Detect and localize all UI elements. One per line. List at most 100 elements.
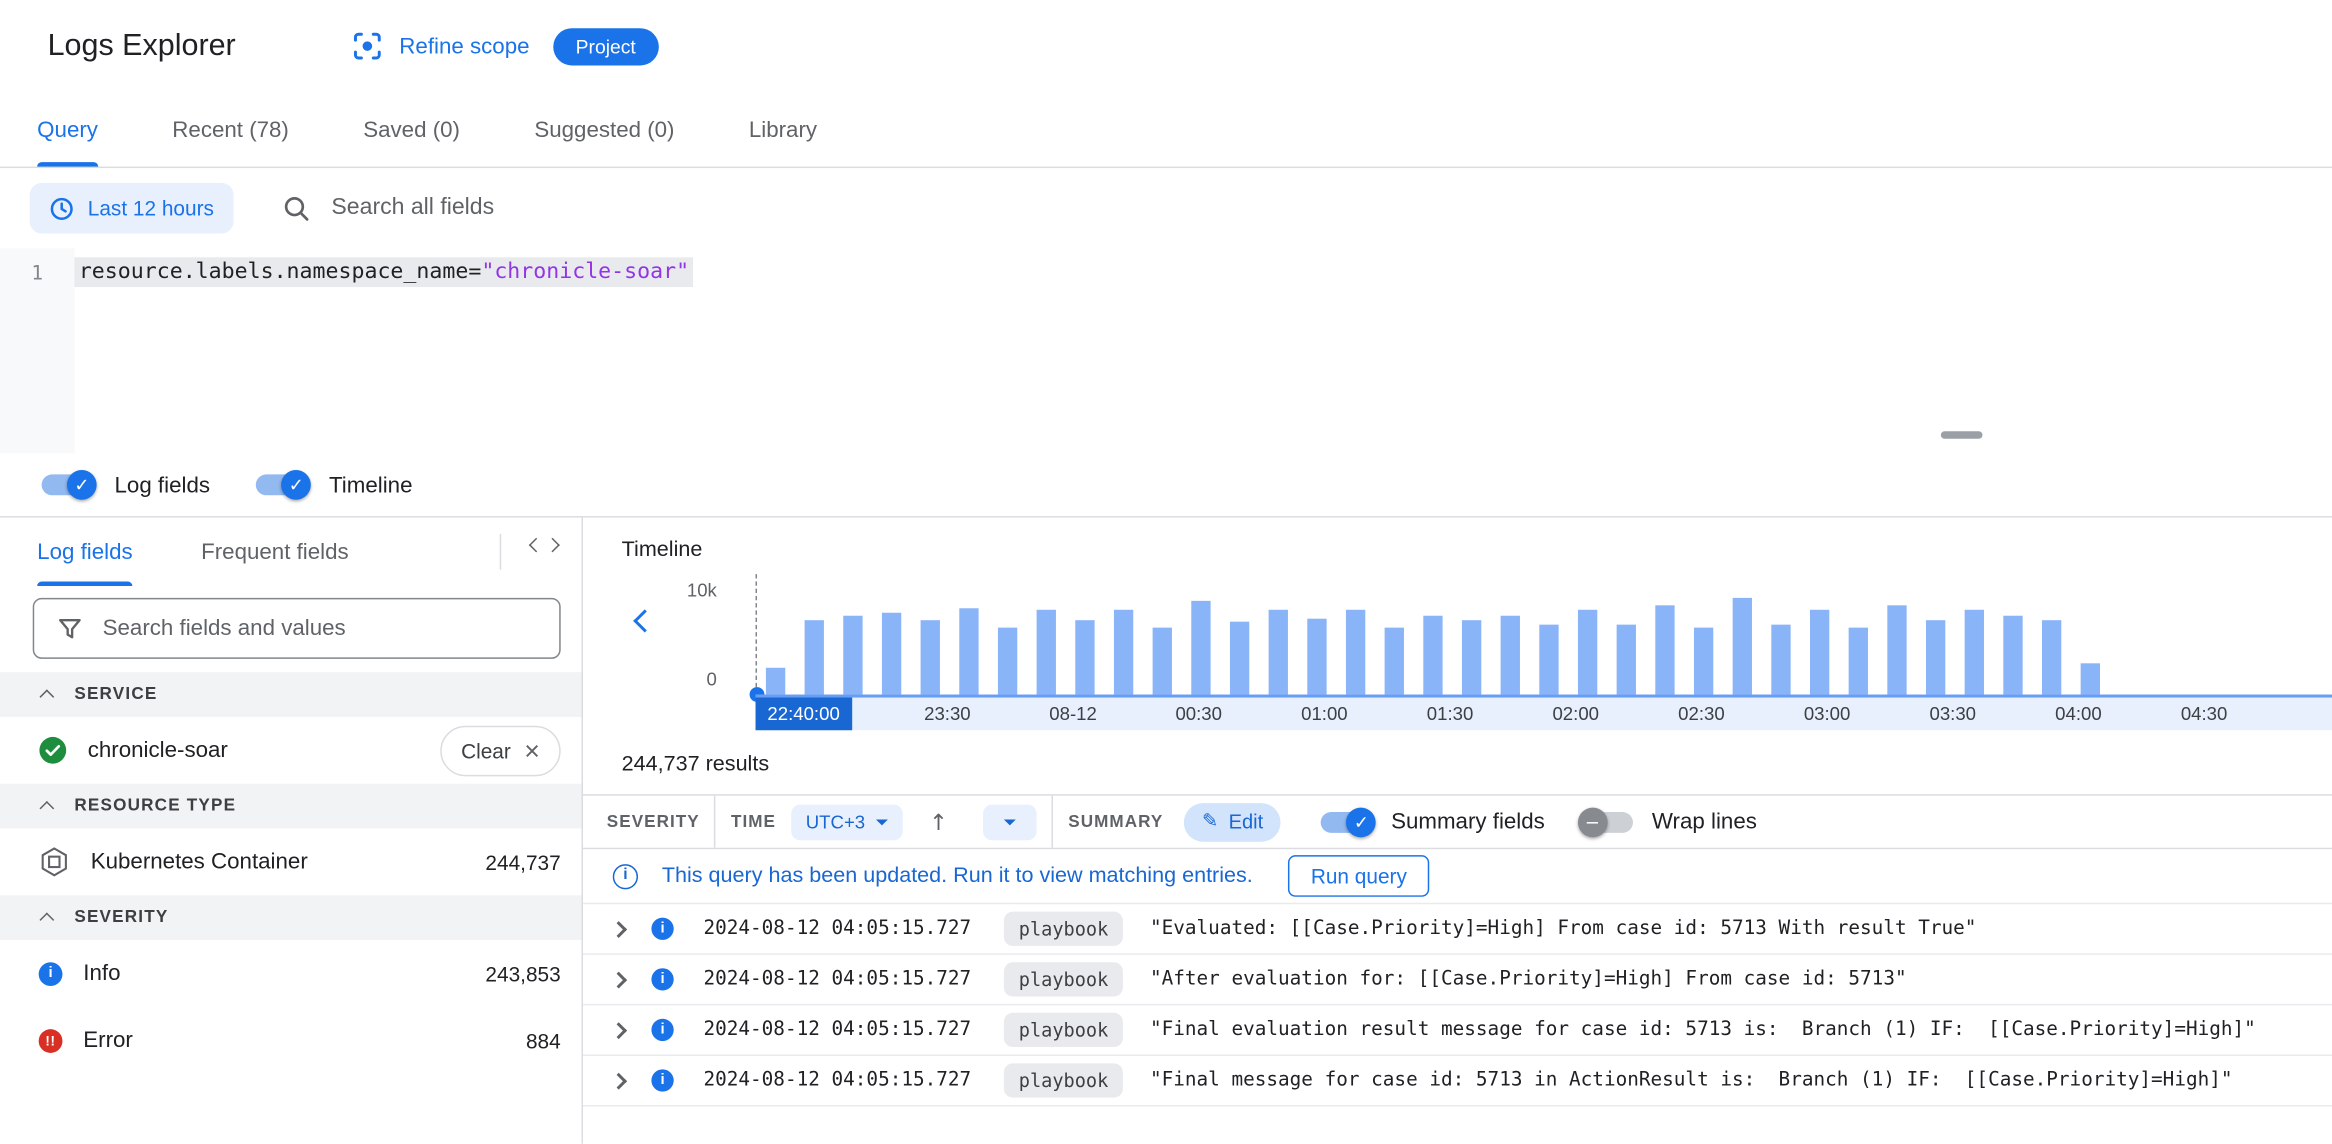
tab-recent-78[interactable]: Recent (78)	[172, 92, 289, 166]
log-label-chip[interactable]: playbook	[1003, 911, 1124, 946]
timezone-selector[interactable]: UTC+3	[790, 803, 903, 840]
section-header-severity[interactable]: SEVERITY	[0, 895, 582, 940]
timeline-bar[interactable]	[1771, 624, 1791, 695]
tab-saved-0[interactable]: Saved (0)	[363, 92, 460, 166]
clear-filter-button[interactable]: Clear ×	[440, 725, 561, 776]
severity-name: Error	[83, 1027, 133, 1053]
toggle-check-icon: ✓	[1346, 806, 1377, 837]
logs-explorer-app: Logs Explorer Refine scope Project Query…	[0, 0, 2332, 1144]
project-badge[interactable]: Project	[553, 27, 659, 65]
timeline-bar[interactable]	[2080, 663, 2100, 695]
log-fields-toggle-label: Log fields	[114, 472, 211, 498]
timeline-bar[interactable]	[1732, 598, 1752, 695]
expand-row-icon[interactable]	[610, 970, 628, 988]
resource-type-name: Kubernetes Container	[90, 849, 308, 875]
timeline-bar[interactable]	[1848, 627, 1868, 695]
timeline-bar[interactable]	[804, 619, 824, 695]
timeline-bar[interactable]	[1693, 628, 1714, 695]
top-bar: Logs Explorer Refine scope Project	[0, 0, 2332, 92]
panel-toggle-row: ✓ Log fields ✓ Timeline	[0, 454, 2332, 518]
timeline-bar[interactable]	[1925, 619, 1946, 695]
time-range-button[interactable]: Last 12 hours	[29, 182, 234, 234]
editor-resize-handle[interactable]	[1940, 431, 1983, 439]
divider	[499, 533, 502, 570]
section-header-service[interactable]: SERVICE	[0, 672, 582, 717]
timeline-bar[interactable]	[1461, 619, 1482, 695]
severity-count: 243,853	[485, 961, 561, 986]
tab-query[interactable]: Query	[37, 92, 98, 167]
timeline-axis: 22:40:00 23:30 08-12 00:30 01:00 01:30 02:00 0…	[755, 694, 2332, 731]
severity-error-row[interactable]: !! Error 884	[0, 1007, 582, 1074]
info-severity-icon: i	[651, 968, 674, 991]
log-fields-toggle[interactable]: ✓	[37, 469, 97, 500]
timeline-bar[interactable]	[1500, 615, 1520, 695]
expand-row-icon[interactable]	[610, 920, 628, 938]
query-editor[interactable]: 1 resource.labels.namespace_name="chroni…	[0, 248, 2332, 454]
tab-frequent-fields[interactable]: Frequent fields	[201, 518, 349, 586]
log-row[interactable]: i 2024-08-12 04:05:15.727 playbook "Final e…	[582, 1005, 2332, 1056]
timeline-bar[interactable]	[1307, 618, 1327, 695]
refine-scope-button[interactable]: Refine scope Project	[352, 27, 659, 65]
log-label-chip[interactable]: playbook	[1003, 1012, 1124, 1048]
timeline-bar[interactable]	[1036, 610, 1056, 695]
timeline-bar[interactable]	[1809, 610, 1830, 695]
wrap-lines-toggle[interactable]: −	[1577, 806, 1637, 837]
timeline-bar[interactable]	[1887, 605, 1907, 695]
sort-ascending-icon[interactable]: ↑	[929, 808, 948, 835]
timeline-bar[interactable]	[1113, 610, 1134, 695]
timeline-bar[interactable]	[1655, 605, 1675, 695]
timeline-bar[interactable]	[765, 668, 786, 695]
timeline-toggle[interactable]: ✓	[252, 469, 312, 500]
timeline-bar[interactable]	[1964, 610, 1984, 695]
timeline-prev-button[interactable]	[633, 609, 657, 633]
timeline-bar[interactable]	[997, 627, 1018, 695]
kubernetes-container-icon	[41, 847, 67, 877]
toggle-check-icon: ✓	[66, 469, 97, 500]
sort-order-dropdown[interactable]	[983, 803, 1038, 840]
edit-summary-button[interactable]: ✎ Edit	[1184, 802, 1282, 842]
log-row[interactable]: i 2024-08-12 04:05:15.727 playbook "Final m…	[582, 1056, 2332, 1107]
timeline-bar[interactable]	[1152, 628, 1172, 695]
timeline-bar[interactable]	[1384, 627, 1404, 695]
tab-suggested-0[interactable]: Suggested (0)	[534, 92, 674, 166]
tab-library[interactable]: Library	[749, 92, 817, 166]
collapse-panel-button[interactable]	[528, 537, 560, 553]
timeline-bar[interactable]	[843, 615, 863, 695]
log-timestamp: 2024-08-12 04:05:15.727	[703, 968, 972, 991]
divider	[714, 795, 717, 848]
timeline-bar[interactable]	[881, 612, 902, 695]
timeline-bar[interactable]	[1539, 624, 1559, 695]
timeline-plot[interactable]	[749, 574, 2332, 702]
timeline-bar[interactable]	[2003, 615, 2023, 695]
timeline-bar[interactable]	[1075, 619, 1095, 695]
run-query-button[interactable]: Run query	[1288, 855, 1430, 897]
log-label-chip[interactable]: playbook	[1003, 962, 1124, 997]
summary-fields-toggle[interactable]: ✓	[1317, 806, 1377, 837]
timeline-bar[interactable]	[1616, 624, 1636, 695]
tab-log-fields[interactable]: Log fields	[37, 518, 134, 586]
timeline-bar[interactable]	[1191, 600, 1211, 695]
timeline-bar[interactable]	[1229, 622, 1250, 695]
timeline-selected-tick[interactable]: 22:40:00	[755, 697, 852, 731]
resource-type-row[interactable]: Kubernetes Container 244,737	[0, 828, 582, 895]
wrap-lines-label: Wrap lines	[1651, 809, 1757, 835]
timeline-bar[interactable]	[1577, 610, 1598, 695]
timeline-bar[interactable]	[2041, 619, 2062, 695]
expand-row-icon[interactable]	[610, 1021, 628, 1039]
search-all-fields-input[interactable]: Search all fields	[331, 195, 2332, 222]
timeline-bar[interactable]	[1345, 610, 1366, 695]
timeline-bar[interactable]	[1423, 616, 1443, 695]
fields-search-input[interactable]: Search fields and values	[32, 597, 561, 659]
timeline-bar[interactable]	[1268, 610, 1288, 695]
section-header-resource-type[interactable]: RESOURCE TYPE	[0, 783, 582, 829]
expand-row-icon[interactable]	[610, 1072, 628, 1089]
query-code-area[interactable]: resource.labels.namespace_name="chronicl…	[74, 248, 694, 453]
search-icon	[284, 197, 309, 221]
log-row[interactable]: i 2024-08-12 04:05:15.727 playbook "Evaluat…	[582, 904, 2332, 955]
query-expression[interactable]: resource.labels.namespace_name="chronicl…	[74, 257, 694, 288]
timeline-bar[interactable]	[920, 619, 940, 695]
log-row[interactable]: i 2024-08-12 04:05:15.727 playbook "After e…	[582, 955, 2332, 1006]
timeline-bar[interactable]	[959, 607, 979, 695]
severity-info-row[interactable]: i Info 243,853	[0, 940, 582, 1007]
log-label-chip[interactable]: playbook	[1003, 1063, 1124, 1098]
